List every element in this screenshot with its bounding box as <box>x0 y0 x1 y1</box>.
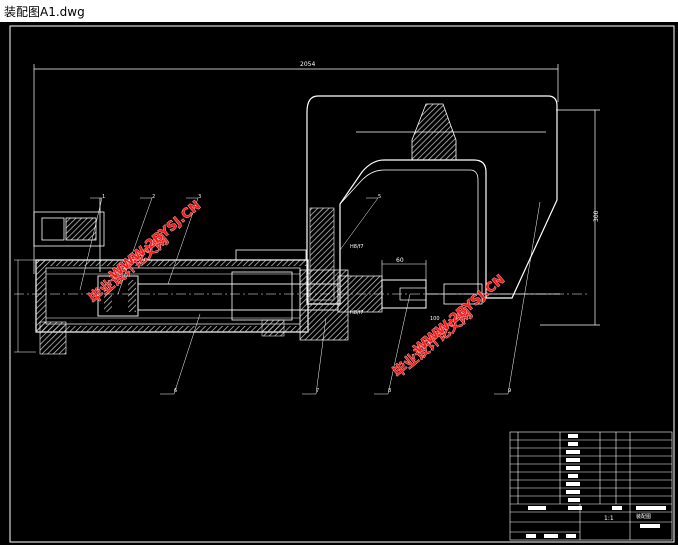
part-label-1: 1 <box>102 194 105 200</box>
watermark-right-url: WWW.2BYSJ.CN <box>411 272 508 357</box>
small-dimension-text: 100 <box>430 316 440 322</box>
cad-drawing-canvas[interactable]: 2054 300 60 100 H8/f7 H8/f7 1 2 3 5 6 7 … <box>0 22 678 545</box>
cylinder-foot <box>39 321 67 355</box>
overall-dimension-text: 2054 <box>300 61 315 68</box>
cad-drawing: 2054 300 60 100 H8/f7 H8/f7 1 2 3 5 6 7 … <box>9 25 675 543</box>
c-frame-inner <box>339 169 479 292</box>
part-label-6: 6 <box>174 388 177 394</box>
parts-list-fills <box>526 434 666 538</box>
height-dimension-text: 300 <box>593 210 600 222</box>
part-label-2: 2 <box>152 194 155 200</box>
part-label-5: 5 <box>378 194 381 200</box>
part-label-9: 9 <box>508 388 511 394</box>
cylinder-wall-top <box>36 260 308 266</box>
cylinder-end-cap <box>36 260 46 332</box>
watermark-left: 毕业设计论文网 WWW.2BYSJ.CN <box>85 198 204 307</box>
part-label-7: 7 <box>316 388 319 394</box>
gland <box>231 271 293 321</box>
piston-seal-2 <box>128 280 136 312</box>
title-block <box>509 431 673 541</box>
watermark-right: 毕业设计论文网 WWW.2BYSJ.CN <box>389 272 508 381</box>
fit-label-top: H8/f7 <box>350 244 364 250</box>
left-dimensions <box>14 259 36 353</box>
window-titlebar: 装配图A1.dwg <box>0 0 678 23</box>
part-label-8: 8 <box>388 388 391 394</box>
part-label-3: 3 <box>198 194 201 200</box>
shaft-dimension <box>381 260 427 280</box>
title-block-name: 装配图 <box>636 513 651 520</box>
fit-label-bottom: H8/f7 <box>350 310 364 316</box>
title-block-scale: 1:1 <box>604 515 614 522</box>
gland-bolt <box>261 319 285 337</box>
shaft-dimension-text: 60 <box>396 257 404 264</box>
watermark-left-url: WWW.2BYSJ.CN <box>107 198 204 283</box>
window-title: 装配图A1.dwg <box>4 5 85 19</box>
